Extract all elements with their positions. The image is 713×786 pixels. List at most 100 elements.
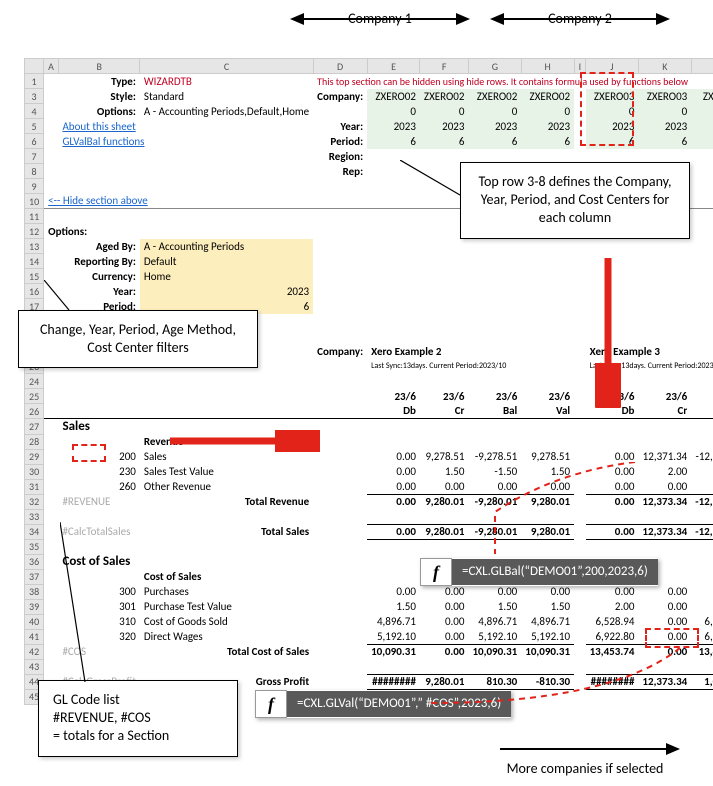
select-all-cell[interactable] [25, 59, 44, 74]
cell-J38[interactable]: 0.00 [586, 584, 639, 599]
cell-F26[interactable]: Cr [420, 404, 469, 419]
row-8[interactable]: 8 [25, 164, 44, 179]
cell-E31[interactable]: 0.00 [367, 479, 420, 494]
row-37[interactable]: 37 [25, 569, 44, 584]
cell-E4[interactable]: 0 [367, 104, 420, 119]
cell-H40[interactable]: 4,896.71 [521, 614, 574, 629]
style-value[interactable]: Standard [140, 89, 313, 104]
cell-J39[interactable]: 2.00 [586, 599, 639, 614]
row-14[interactable]: 14 [25, 254, 44, 269]
cell-E34[interactable]: 0.00 [367, 524, 420, 539]
cell-F39[interactable]: 0.00 [420, 599, 469, 614]
cell-H38[interactable]: 0.00 [521, 584, 574, 599]
row-11[interactable]: 11 [25, 209, 44, 224]
row-10[interactable]: 10 [25, 194, 44, 209]
cell-G39[interactable]: 1.50 [468, 599, 521, 614]
cell-E29[interactable]: 0.00 [367, 449, 420, 464]
type-value[interactable]: WIZARDTB [140, 74, 313, 89]
cell-K25[interactable]: 23/6 [638, 389, 691, 404]
col-F[interactable]: F [420, 59, 469, 74]
cell-G26[interactable]: Bal [468, 404, 521, 419]
cell-L32[interactable]: -12,373.34 [691, 494, 713, 509]
row-38[interactable]: 38 [25, 584, 44, 599]
col-G[interactable]: G [468, 59, 521, 74]
cell-G5[interactable]: 2023 [468, 119, 521, 134]
col-H[interactable]: H [521, 59, 574, 74]
cell-H25[interactable]: 23/6 [521, 389, 574, 404]
cell-H26[interactable]: Val [521, 404, 574, 419]
row-5[interactable]: 5 [25, 119, 44, 134]
cur-value[interactable]: Home [140, 269, 313, 284]
cell-K26[interactable]: Cr [638, 404, 691, 419]
cell-F3[interactable]: ZXERO02 [420, 89, 469, 104]
cell-H3[interactable]: ZXERO02 [521, 89, 574, 104]
row-15[interactable]: 15 [25, 269, 44, 284]
cell-L30[interactable]: -2.00 [691, 464, 713, 479]
row-6[interactable]: 6 [25, 134, 44, 149]
row-35[interactable]: 35 [25, 539, 44, 554]
row-40[interactable]: 40 [25, 614, 44, 629]
cell-K39[interactable]: 0.00 [638, 599, 691, 614]
cell-E39[interactable]: 1.50 [367, 599, 420, 614]
row-29[interactable]: 29 [25, 449, 44, 464]
col-A[interactable]: A [44, 59, 59, 74]
cell-E3[interactable]: ZXERO02 [367, 89, 420, 104]
name-260[interactable]: Other Revenue [140, 479, 313, 494]
row-1[interactable]: 1 [25, 74, 44, 89]
cell-L44[interactable]: 1,080.40 [691, 674, 713, 689]
cell-F41[interactable]: 0.00 [420, 629, 469, 644]
name-310[interactable]: Cost of Goods Sold [140, 614, 313, 629]
cell-H39[interactable]: 1.50 [521, 599, 574, 614]
col-L[interactable]: L [691, 59, 713, 74]
cell-L39[interactable]: 2.00 [691, 599, 713, 614]
cell-G41[interactable]: 5,192.10 [468, 629, 521, 644]
row-13[interactable]: 13 [25, 239, 44, 254]
row-4[interactable]: 4 [25, 104, 44, 119]
cell-J40[interactable]: 6,528.94 [586, 614, 639, 629]
row-33[interactable]: 33 [25, 509, 44, 524]
cell-L4[interactable]: 0 [691, 104, 713, 119]
cell-G25[interactable]: 23/6 [468, 389, 521, 404]
cell-E26[interactable]: Db [367, 404, 420, 419]
cell-K3[interactable]: ZXERO03 [638, 89, 691, 104]
row-32[interactable]: 32 [25, 494, 44, 509]
cell-K6[interactable]: 6 [638, 134, 691, 149]
row-12[interactable]: 12 [25, 224, 44, 239]
cell-G6[interactable]: 6 [468, 134, 521, 149]
aged-value[interactable]: A - Accounting Periods [140, 239, 313, 254]
row-30[interactable]: 30 [25, 464, 44, 479]
cell-L6[interactable]: 6 [691, 134, 713, 149]
cell-E38[interactable]: 0.00 [367, 584, 420, 599]
col-E[interactable]: E [367, 59, 420, 74]
code-230[interactable]: 230 [58, 464, 139, 479]
glval-link[interactable]: GLValBal functions [62, 135, 144, 148]
cell-F6[interactable]: 6 [420, 134, 469, 149]
cell-K40[interactable]: 0.00 [638, 614, 691, 629]
row-3[interactable]: 3 [25, 89, 44, 104]
cell-G3[interactable]: ZXERO02 [468, 89, 521, 104]
cell-F40[interactable]: 0.00 [420, 614, 469, 629]
col-K[interactable]: K [638, 59, 691, 74]
revenue-tag[interactable]: #REVENUE [58, 494, 139, 509]
row-27[interactable]: 27 [25, 419, 44, 435]
row-9[interactable]: 9 [25, 179, 44, 194]
col-B[interactable]: B [58, 59, 139, 74]
row-16[interactable]: 16 [25, 284, 44, 299]
cell-L29[interactable]: -12,371.34 [691, 449, 713, 464]
row-25[interactable]: 25 [25, 389, 44, 404]
row-26[interactable]: 26 [25, 404, 44, 419]
options-value[interactable]: A - Accounting Periods,Default,Home [140, 104, 313, 119]
row-43[interactable]: 43 [25, 659, 44, 674]
cell-E6[interactable]: 6 [367, 134, 420, 149]
cell-L26[interactable]: Bal [691, 404, 713, 419]
name-301[interactable]: Purchase Test Value [140, 599, 313, 614]
cell-K38[interactable]: 0.00 [638, 584, 691, 599]
row-34[interactable]: 34 [25, 524, 44, 539]
row-39[interactable]: 39 [25, 599, 44, 614]
cell-G38[interactable]: 0.00 [468, 584, 521, 599]
row-24[interactable]: 24 [25, 374, 44, 389]
name-230[interactable]: Sales Test Value [140, 464, 313, 479]
cell-G40[interactable]: 4,896.71 [468, 614, 521, 629]
cell-E42[interactable]: 10,090.31 [367, 644, 420, 659]
cell-E32[interactable]: 0.00 [367, 494, 420, 509]
